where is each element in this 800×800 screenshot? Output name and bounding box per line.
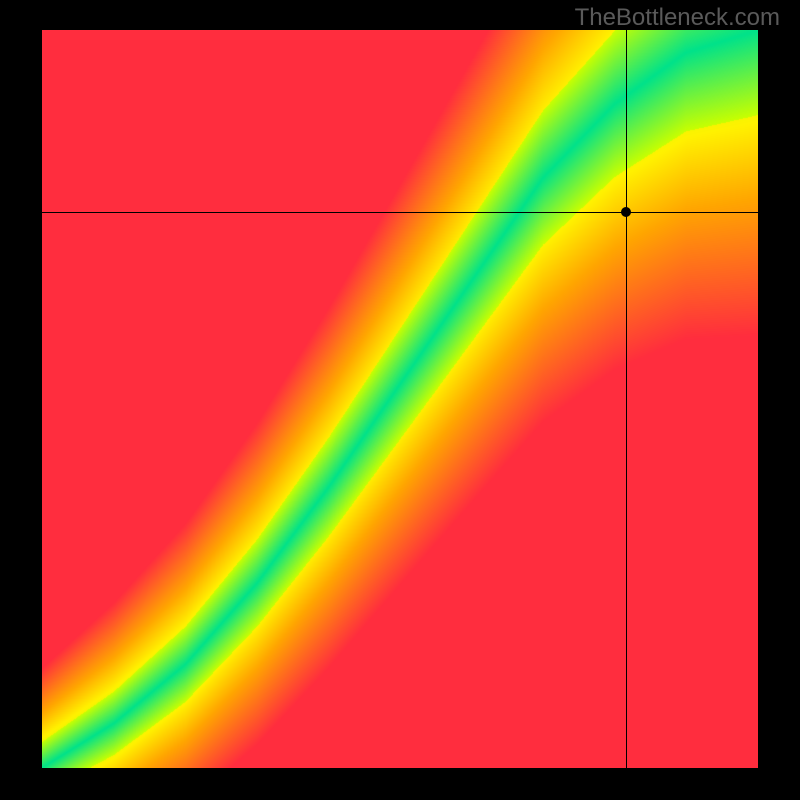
crosshair-vertical — [626, 30, 627, 768]
heatmap-canvas — [42, 30, 758, 768]
heatmap-plot — [42, 30, 758, 768]
crosshair-horizontal — [42, 212, 758, 213]
marker-dot — [621, 207, 631, 217]
watermark-text: TheBottleneck.com — [575, 4, 780, 32]
